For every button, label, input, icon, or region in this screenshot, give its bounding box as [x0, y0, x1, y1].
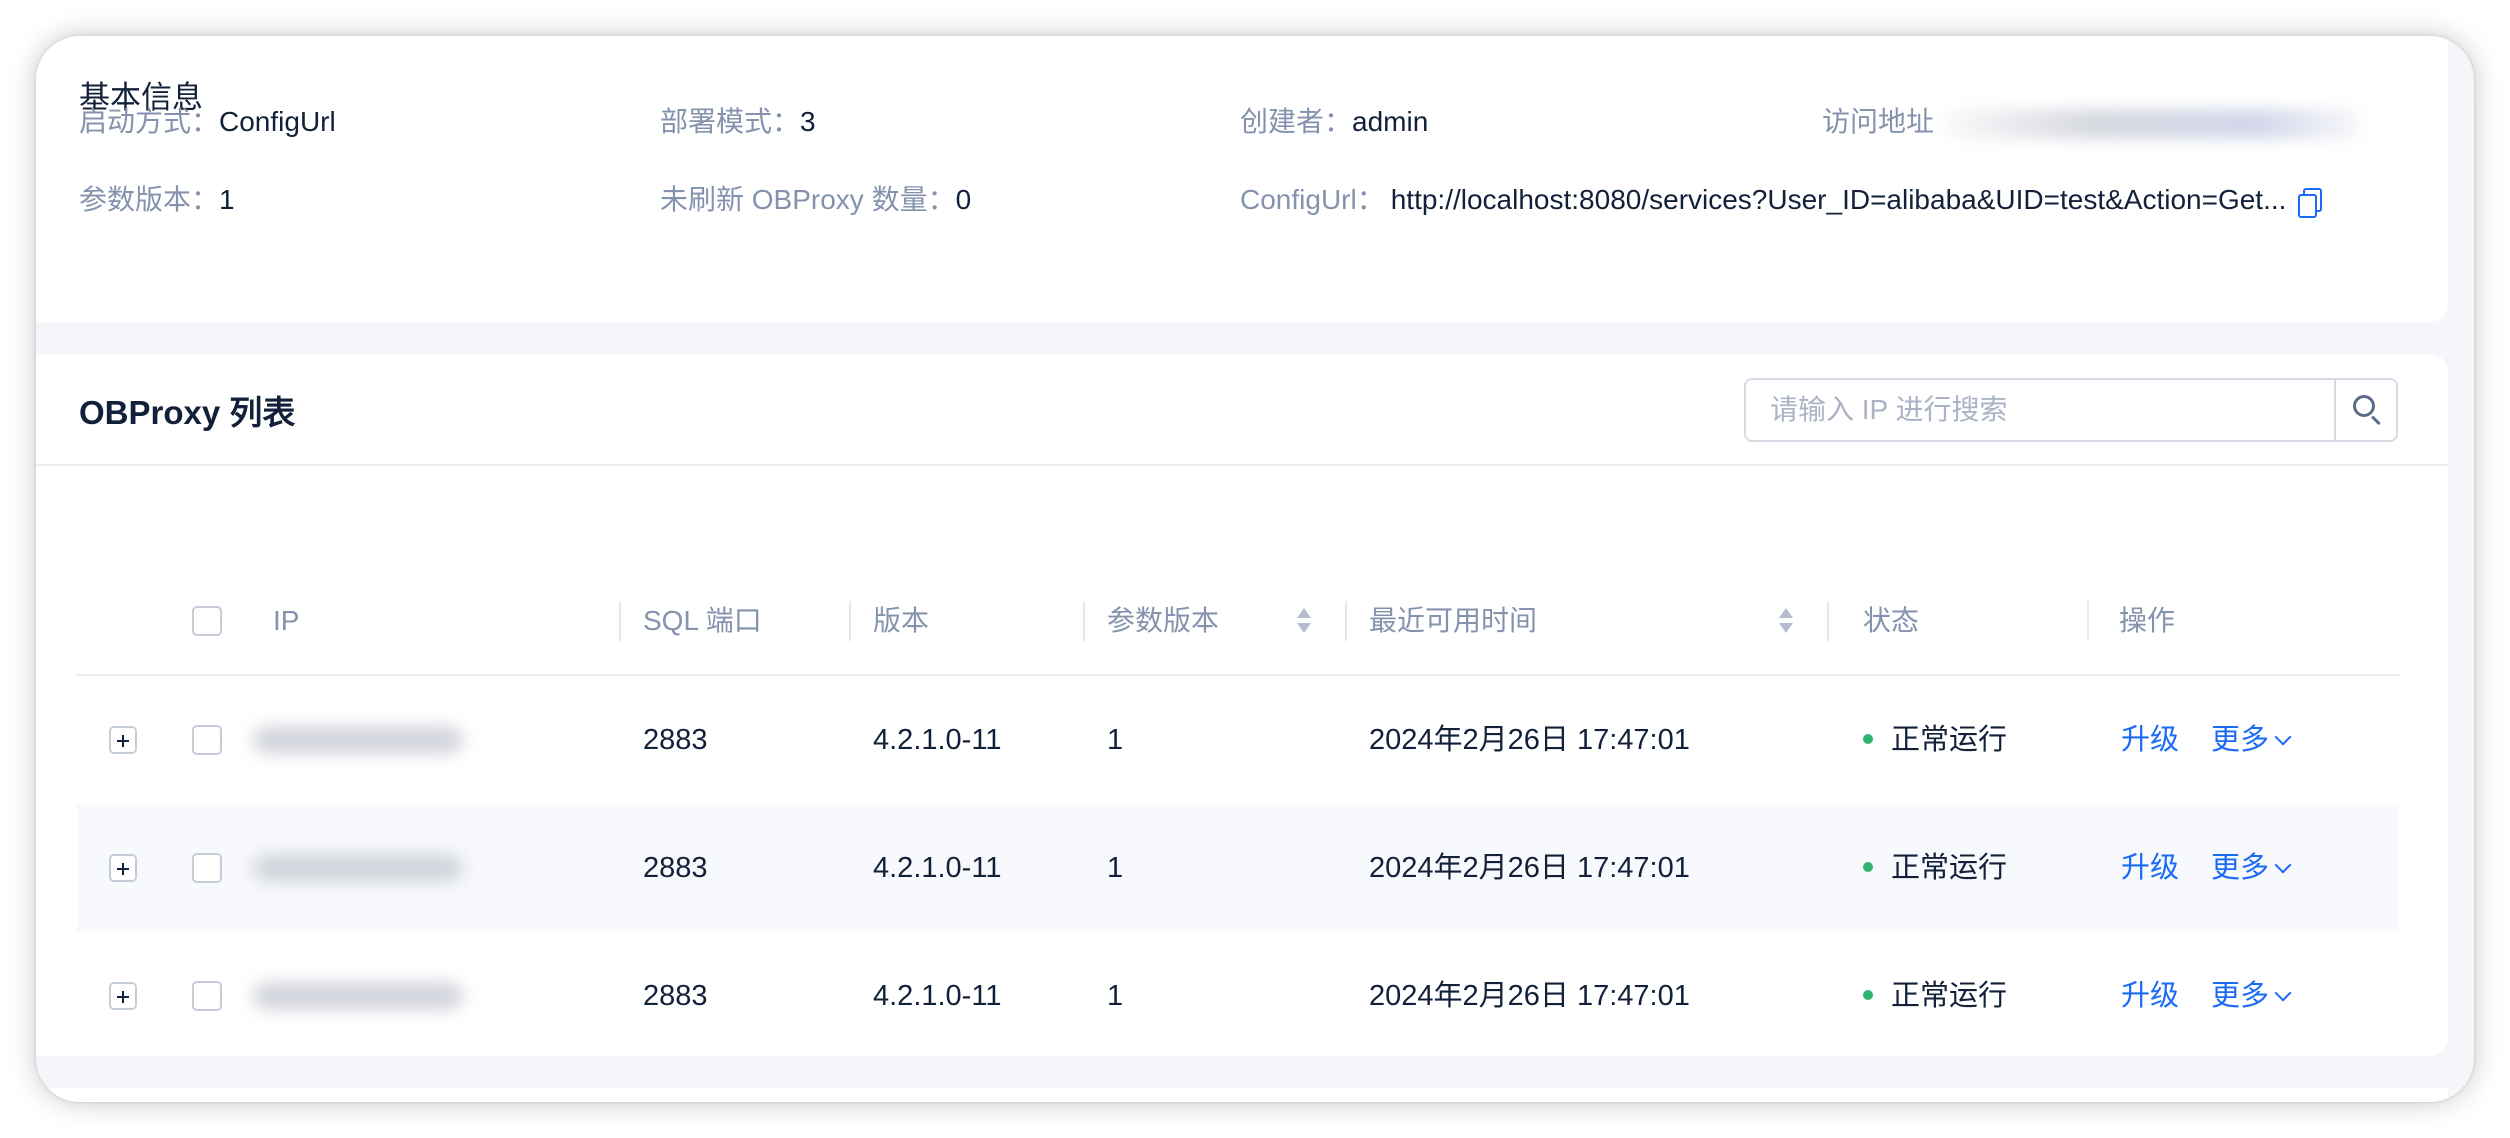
app-window: 基本信息 启动方式：ConfigUrl 部署模式：3 创建者：admin 访问地… — [36, 36, 2474, 1102]
column-actions: 操作 — [2119, 605, 2176, 636]
list-title: OBProxy 列表 — [79, 394, 296, 431]
info-access-address: 访问地址 — [1822, 100, 2363, 140]
info-label: 部署模式： — [660, 106, 801, 137]
info-label: 启动方式： — [79, 106, 220, 137]
expand-row-icon[interactable] — [109, 854, 137, 882]
column-version: 版本 — [873, 605, 930, 636]
more-label[interactable]: 更多 — [2211, 724, 2269, 756]
sort-icon[interactable] — [1779, 608, 1793, 636]
search-box — [1744, 378, 2398, 442]
status-dot-icon — [1863, 990, 1873, 1001]
redacted-ip — [253, 982, 463, 1010]
info-value: 1 — [219, 184, 235, 215]
upgrade-link[interactable]: 升级 — [2121, 932, 2179, 1060]
table-header: IP SQL 端口 版本 参数版本 最近可用时间 状态 操作 — [77, 566, 2399, 676]
column-separator — [849, 601, 851, 641]
cell-param-version: 1 — [1107, 724, 1124, 756]
info-value: http://localhost:8080/services?User_ID=a… — [1390, 184, 2287, 215]
cell-status: 正常运行 — [1863, 676, 2007, 804]
chevron-down-icon[interactable] — [2274, 984, 2292, 1002]
column-separator — [1827, 601, 1829, 641]
column-param-version[interactable]: 参数版本 — [1107, 566, 1219, 676]
cell-last-available: 2024年2月26日 17:47:01 — [1369, 980, 1690, 1012]
cell-last-available: 2024年2月26日 17:47:01 — [1369, 852, 1690, 884]
cell-status: 正常运行 — [1863, 804, 2007, 932]
cell-port: 2883 — [643, 724, 708, 756]
info-label: ConfigUrl： — [1240, 184, 1385, 215]
more-dropdown[interactable]: 更多 — [2211, 804, 2292, 932]
cell-param-version: 1 — [1107, 980, 1124, 1012]
status-text: 正常运行 — [1891, 980, 2008, 1012]
cell-param-version: 1 — [1107, 852, 1124, 884]
basic-info-card: 基本信息 启动方式：ConfigUrl 部署模式：3 创建者：admin 访问地… — [36, 36, 2448, 322]
info-param-version: 参数版本：1 — [79, 178, 235, 218]
column-status: 状态 — [1863, 605, 1920, 636]
cell-last-available: 2024年2月26日 17:47:01 — [1369, 724, 1690, 756]
info-creator: 创建者：admin — [1240, 100, 1428, 140]
status-text: 正常运行 — [1891, 852, 2008, 884]
info-value: 3 — [800, 106, 816, 137]
search-icon-handle — [2370, 415, 2381, 426]
more-dropdown[interactable]: 更多 — [2211, 676, 2292, 804]
info-unrefreshed-count: 未刷新 OBProxy 数量：0 — [660, 178, 971, 218]
expand-row-icon[interactable] — [109, 726, 137, 754]
info-label: 未刷新 OBProxy 数量： — [660, 184, 956, 215]
info-startup-mode: 启动方式：ConfigUrl — [79, 100, 336, 140]
column-separator — [619, 601, 621, 641]
info-label: 参数版本： — [79, 184, 220, 215]
upgrade-link[interactable]: 升级 — [2121, 676, 2179, 804]
info-configurl: ConfigUrl： http://localhost:8080/services… — [1240, 178, 2323, 219]
search-icon — [2353, 395, 2375, 417]
info-value: admin — [1352, 106, 1429, 137]
row-checkbox[interactable] — [192, 725, 222, 755]
column-separator — [1083, 601, 1085, 641]
next-card-edge — [36, 1088, 2448, 1102]
cell-version: 4.2.1.0-11 — [873, 724, 1002, 756]
search-button[interactable] — [2334, 380, 2396, 440]
more-label[interactable]: 更多 — [2211, 852, 2269, 884]
more-dropdown[interactable]: 更多 — [2211, 932, 2292, 1060]
column-separator — [1345, 601, 1347, 641]
redacted-ip — [253, 726, 463, 754]
table-row: 2883 4.2.1.0-11 1 2024年2月26日 17:47:01 正常… — [77, 804, 2399, 932]
redacted-address — [1942, 108, 2363, 139]
column-last-available[interactable]: 最近可用时间 — [1369, 566, 1537, 676]
more-label[interactable]: 更多 — [2211, 980, 2269, 1012]
status-dot-icon — [1863, 862, 1873, 873]
info-value: ConfigUrl — [219, 106, 336, 137]
copy-icon[interactable] — [2298, 188, 2323, 219]
cell-version: 4.2.1.0-11 — [873, 980, 1002, 1012]
expand-row-icon[interactable] — [109, 982, 137, 1010]
cell-version: 4.2.1.0-11 — [873, 852, 1002, 884]
chevron-down-icon[interactable] — [2274, 728, 2292, 746]
table-row: 2883 4.2.1.0-11 1 2024年2月26日 17:47:01 正常… — [77, 676, 2399, 804]
row-checkbox[interactable] — [192, 853, 222, 883]
divider — [36, 464, 2448, 466]
column-ip: IP — [273, 605, 300, 636]
table-row: 2883 4.2.1.0-11 1 2024年2月26日 17:47:01 正常… — [77, 932, 2399, 1060]
cell-status: 正常运行 — [1863, 932, 2007, 1060]
status-text: 正常运行 — [1891, 724, 2008, 756]
info-deploy-mode: 部署模式：3 — [660, 100, 816, 140]
cell-port: 2883 — [643, 852, 708, 884]
upgrade-link[interactable]: 升级 — [2121, 804, 2179, 932]
info-label: 访问地址 — [1822, 106, 1935, 137]
row-checkbox[interactable] — [192, 981, 222, 1011]
sort-icon[interactable] — [1297, 608, 1311, 636]
status-dot-icon — [1863, 734, 1873, 745]
info-label: 创建者： — [1240, 106, 1353, 137]
select-all-checkbox[interactable] — [192, 606, 222, 636]
column-separator — [2087, 601, 2089, 641]
obproxy-table: IP SQL 端口 版本 参数版本 最近可用时间 状态 操作 2883 4.2.… — [77, 566, 2399, 1060]
obproxy-list-card: OBProxy 列表 IP SQL 端口 版本 参数版本 最近可用时间 — [36, 354, 2448, 1056]
info-value: 0 — [955, 184, 972, 215]
chevron-down-icon[interactable] — [2274, 856, 2292, 874]
redacted-ip — [253, 854, 463, 882]
cell-port: 2883 — [643, 980, 708, 1012]
search-input[interactable] — [1746, 380, 2334, 440]
column-sql-port: SQL 端口 — [643, 605, 762, 636]
